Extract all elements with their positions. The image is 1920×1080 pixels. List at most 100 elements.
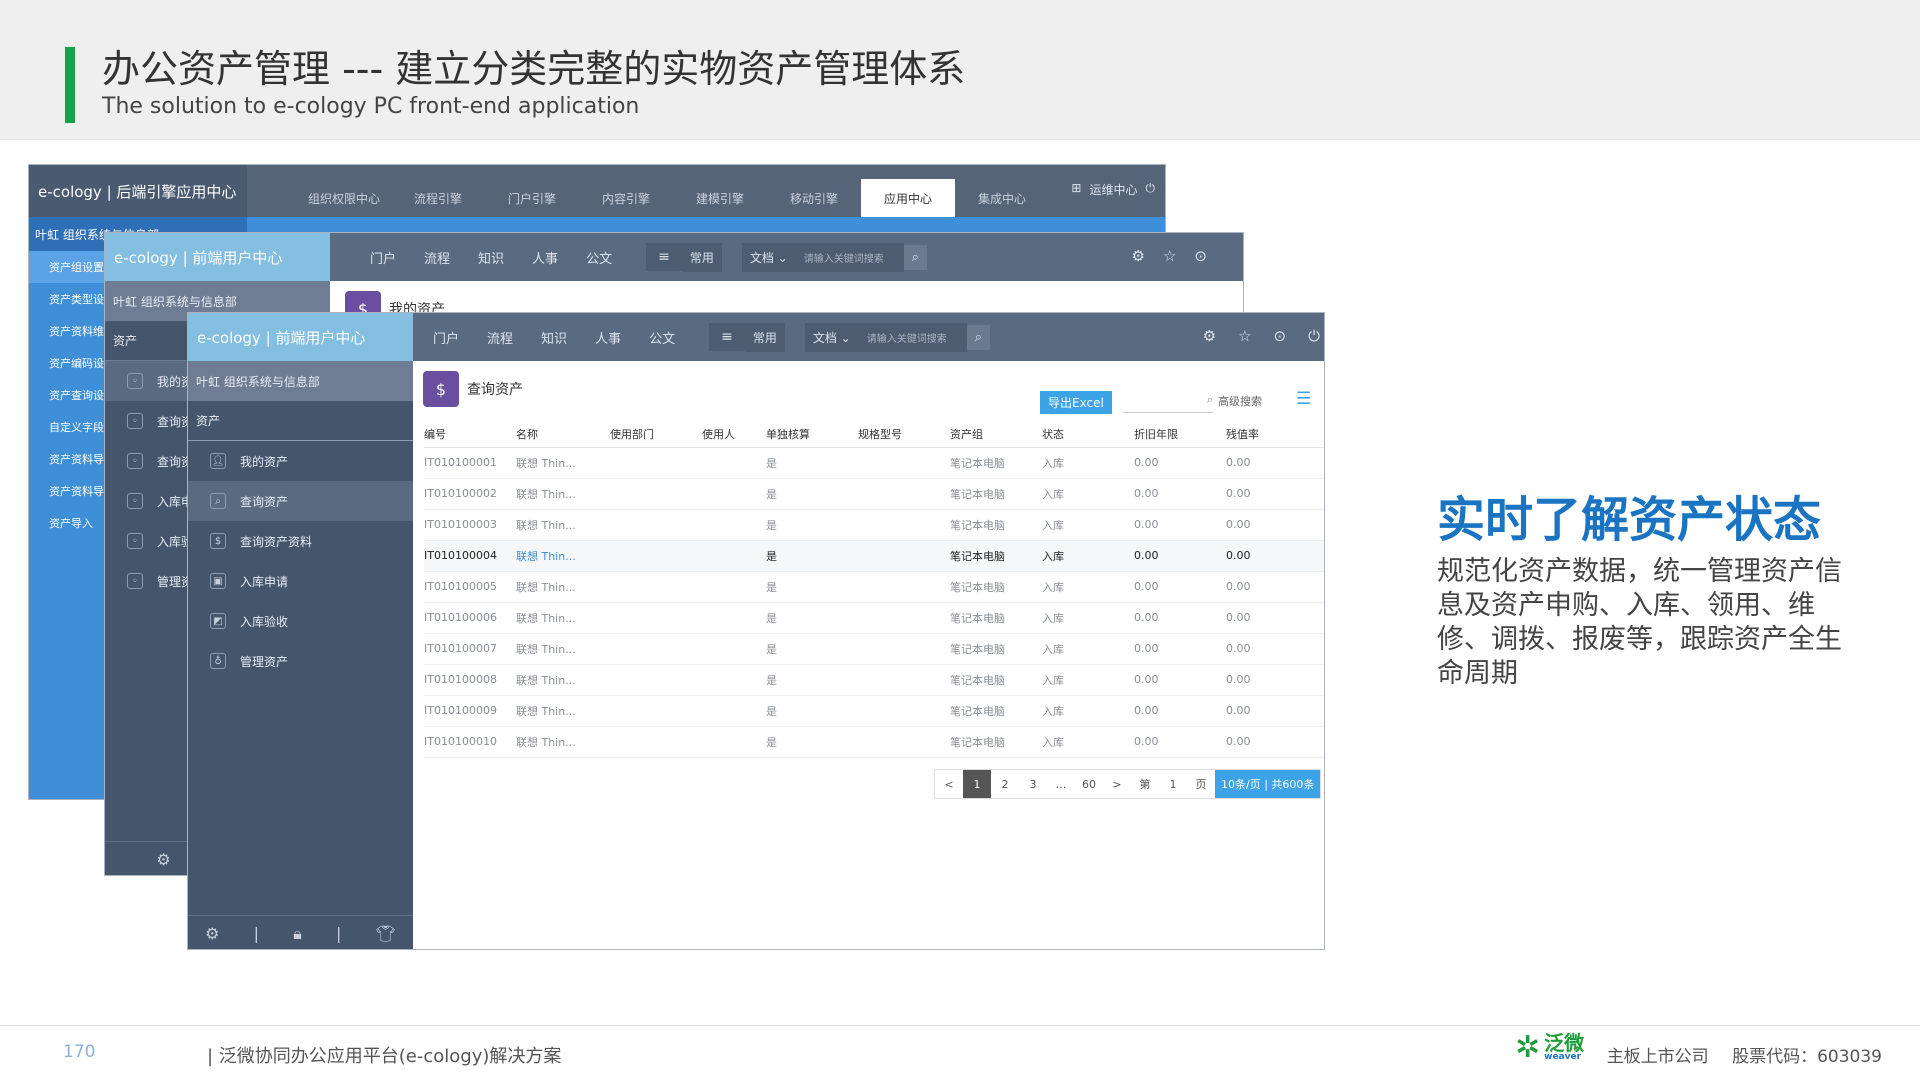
column-header[interactable]: 编号 (424, 421, 516, 448)
table-cell: 0.00 (1226, 664, 1324, 696)
tab-2[interactable]: 流程引擎 (391, 179, 485, 217)
tab-4[interactable]: 内容引擎 (579, 179, 673, 217)
more-icon[interactable]: ⊙ (1194, 247, 1207, 265)
star-icon[interactable]: ☆ (1238, 327, 1251, 345)
nav-item[interactable]: 人事 (595, 328, 621, 347)
column-header[interactable]: 单独核算 (766, 421, 858, 448)
front-side-item[interactable]: ♁ 管理资产 (188, 641, 413, 681)
table-row[interactable]: IT010100009 联想 Thin... 是笔记本电脑 入库 0.00 0.00 (424, 695, 1324, 727)
grid-icon[interactable]: ⊞ (1071, 181, 1081, 198)
table-cell: 0.00 (1134, 602, 1226, 634)
column-header[interactable]: 折旧年限 (1134, 421, 1226, 448)
backend-side-item[interactable]: 资产组设置 (29, 251, 109, 283)
table-row[interactable]: IT010100005 联想 Thin... 是笔记本电脑 入库 0.00 0.00 (424, 571, 1324, 603)
front-side-item[interactable]: ▣ 入库申请 (188, 561, 413, 601)
mid-search-input[interactable]: 请输入关键词搜索 (795, 242, 904, 272)
backend-side-item[interactable]: 资产资料导出 (29, 475, 109, 507)
power-icon[interactable]: ⏻ (1146, 181, 1156, 198)
backend-side-item[interactable]: 自定义字段 (29, 411, 109, 443)
search-icon[interactable]: ⌕ (903, 244, 927, 270)
nav-item[interactable]: 人事 (532, 248, 558, 267)
export-excel-button[interactable]: 导出Excel (1040, 391, 1112, 414)
shirt-icon[interactable]: 👕︎ (376, 924, 396, 943)
page-button[interactable]: 3 (1019, 770, 1047, 798)
table-cell: 0.00 (1134, 447, 1226, 479)
tab-6[interactable]: 移动引擎 (767, 179, 861, 217)
ops-center-label[interactable]: 运维中心 (1089, 181, 1137, 198)
table-row[interactable]: IT010100002 联想 Thin... 是笔记本电脑 入库 0.00 0.00 (424, 478, 1324, 510)
doc-icon: $ (210, 533, 226, 549)
nav-item[interactable]: 公文 (649, 328, 675, 347)
search-icon[interactable]: ⌕ (966, 324, 990, 350)
table-row[interactable]: IT010100001 联想 Thin... 是笔记本电脑 入库 0.00 0.00 (424, 447, 1324, 479)
front-search-input[interactable]: 请输入关键词搜索 (858, 322, 967, 352)
column-header[interactable]: 状态 (1042, 421, 1134, 448)
column-header[interactable]: 规格型号 (858, 421, 950, 448)
column-header[interactable]: 使用人 (702, 421, 766, 448)
page-size-summary[interactable]: 10条/页 | 共600条 (1215, 770, 1321, 798)
backend-side-item[interactable]: 资产资料维护 (29, 315, 109, 347)
page-button[interactable]: 60 (1075, 770, 1103, 798)
mid-doc-select[interactable]: 文档 ⌄ (741, 242, 796, 272)
page-button[interactable]: … (1047, 770, 1075, 798)
backend-side-item[interactable]: 资产查询设置 (29, 379, 109, 411)
nav-item[interactable]: 流程 (487, 328, 513, 347)
menu-icon[interactable]: ≡ (646, 243, 682, 271)
page-button[interactable]: 1 (963, 770, 991, 798)
star-icon[interactable]: ☆ (1163, 247, 1176, 265)
table-row[interactable]: IT010100003 联想 Thin... 是笔记本电脑 入库 0.00 0.00 (424, 509, 1324, 541)
tab-3[interactable]: 门户引擎 (485, 179, 579, 217)
table-search-input[interactable]: ⌕ (1123, 393, 1213, 413)
table-cell: IT010100005 (424, 571, 516, 603)
mid-common[interactable]: 常用 (681, 242, 722, 272)
advanced-search-button[interactable]: 高级搜索 (1218, 393, 1262, 409)
table-body: IT010100001 联想 Thin... 是笔记本电脑 入库 0.00 0.00 IT0… (424, 447, 1324, 758)
tab-8[interactable]: 集成中心 (955, 179, 1049, 217)
backend-side-item[interactable]: 资产导入 (29, 507, 109, 539)
front-section: 资产 (188, 401, 413, 441)
goto-page-input[interactable]: 1 (1159, 770, 1187, 798)
front-side-item[interactable]: 👤︎ 我的资产 (188, 441, 413, 481)
menu-icon[interactable]: ≡ (709, 323, 745, 351)
gear-icon[interactable]: ⚙ (205, 924, 219, 943)
gear-icon[interactable]: ⚙ (156, 850, 170, 869)
front-side-item[interactable]: $ 查询资产资料 (188, 521, 413, 561)
table-row[interactable]: IT010100004 联想 Thin... 是笔记本电脑 入库 0.00 0.00 (424, 540, 1324, 572)
nav-item[interactable]: 流程 (424, 248, 450, 267)
front-side-item[interactable]: ◩ 入库验收 (188, 601, 413, 641)
tab-1[interactable]: 组织权限中心 (297, 179, 391, 217)
nav-item[interactable]: 门户 (370, 248, 396, 267)
list-view-icon[interactable]: ☰ (1296, 389, 1311, 409)
column-header[interactable]: 残值率 (1226, 421, 1324, 448)
prev-page-button[interactable]: < (935, 770, 963, 798)
backend-side-item[interactable]: 资产资料导入 (29, 443, 109, 475)
table-row[interactable]: IT010100006 联想 Thin... 是笔记本电脑 入库 0.00 0.00 (424, 602, 1324, 634)
page-button[interactable]: 2 (991, 770, 1019, 798)
more-icon[interactable]: ⊙ (1274, 327, 1287, 345)
nav-item[interactable]: 公文 (586, 248, 612, 267)
table-row[interactable]: IT010100007 联想 Thin... 是笔记本电脑 入库 0.00 0.00 (424, 633, 1324, 665)
table-row[interactable]: IT010100010 联想 Thin... 是笔记本电脑 入库 0.00 0.00 (424, 726, 1324, 758)
table-cell: 0.00 (1134, 726, 1226, 758)
backend-side-item[interactable]: 资产类型设置 (29, 283, 109, 315)
tab-5[interactable]: 建模引擎 (673, 179, 767, 217)
nav-item[interactable]: 知识 (478, 248, 504, 267)
nav-item[interactable]: 门户 (433, 328, 459, 347)
column-header[interactable]: 资产组 (950, 421, 1042, 448)
nav-item[interactable]: 知识 (541, 328, 567, 347)
front-doc-select[interactable]: 文档 ⌄ (804, 322, 859, 352)
lock-icon[interactable]: 🔒︎ (293, 924, 302, 944)
next-page-button[interactable]: > (1103, 770, 1131, 798)
front-common[interactable]: 常用 (744, 322, 785, 352)
column-header[interactable]: 使用部门 (610, 421, 702, 448)
backend-side-item[interactable]: 资产编码设置 (29, 347, 109, 379)
settings-icon[interactable]: ⚙ (1203, 327, 1216, 345)
table-cell: 是 (766, 695, 858, 727)
table-cell (858, 695, 950, 727)
front-side-item[interactable]: ⌕ 查询资产 (188, 481, 413, 521)
table-row[interactable]: IT010100008 联想 Thin... 是笔记本电脑 入库 0.00 0.00 (424, 664, 1324, 696)
tab-7[interactable]: 应用中心 (861, 179, 955, 217)
settings-icon[interactable]: ⚙ (1132, 247, 1145, 265)
column-header[interactable]: 名称 (516, 421, 610, 448)
power-icon[interactable]: ⏻ (1308, 327, 1320, 345)
